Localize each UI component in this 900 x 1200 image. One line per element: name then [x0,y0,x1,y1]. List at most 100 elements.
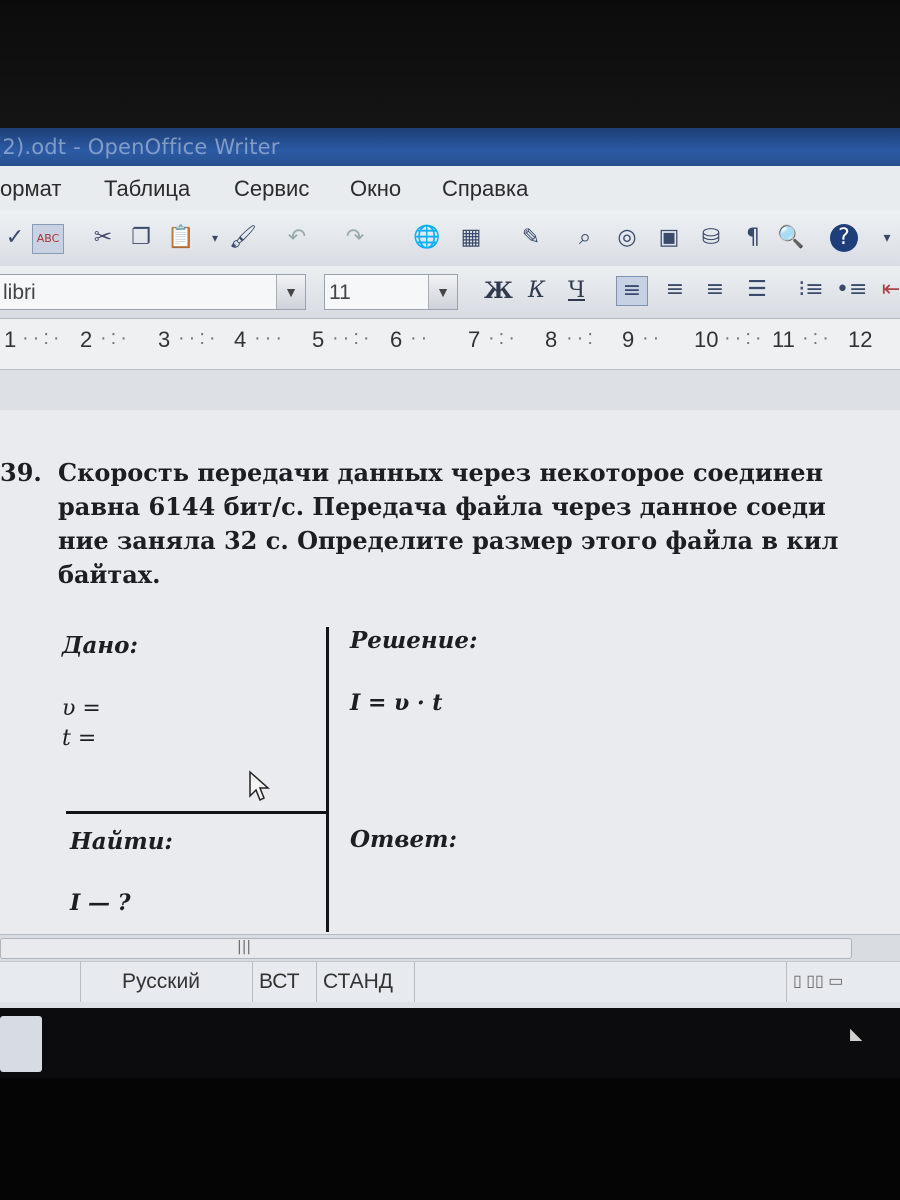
page-margin [0,370,900,410]
find-replace-icon[interactable]: ⌕ [570,224,600,252]
font-size-box[interactable]: 11 ▼ [324,274,458,310]
align-left-icon[interactable]: ≡ [616,276,648,306]
ruler-mark: 9 [622,327,635,352]
align-right-icon[interactable]: ≡ [700,276,730,304]
align-center-icon[interactable]: ≡ [660,276,690,304]
status-bar: Русский ВСТ СТАНД ▯ ▯▯ ▭ [0,961,900,1002]
problem-line: байтах. [58,560,161,589]
paste-dropdown-icon[interactable]: ▾ [200,224,230,252]
ruler-ticks: ··: [566,327,597,349]
solution-label: Решение: [350,627,478,654]
format-paintbrush-icon[interactable]: 🖌 [228,224,258,252]
ruler-ticks: ··:· [724,327,766,349]
writer-taskbar-icon[interactable] [0,1016,42,1072]
table-vertical-divider [326,627,329,932]
italic-button[interactable]: К [528,278,545,303]
navigator-icon[interactable]: ◎ [612,224,642,252]
insert-mode-value: ВСТ [259,970,300,993]
view-layout-icons[interactable]: ▯ ▯▯ ▭ [786,962,893,1002]
ruler-mark: 1 [4,327,17,352]
find-label: Найти: [70,828,173,855]
ruler-ticks: ·:· [802,327,833,349]
ruler-ticks: ··:· [332,327,374,349]
menu-format[interactable]: ормат [0,176,61,202]
grip-icon: ||| [237,939,252,955]
cut-icon[interactable]: ✂ [88,224,118,252]
table-horizontal-divider [66,811,328,814]
ruler-ticks: ··· [254,327,286,349]
formatting-marks-icon[interactable]: ¶ [738,224,768,252]
menu-bar: ормат Таблица Сервис Окно Справка [0,166,900,210]
ruler-mark: 8 [545,327,558,352]
menu-table[interactable]: Таблица [104,176,190,202]
chevron-down-icon[interactable]: ▼ [428,275,457,309]
ruler-mark: 7 [468,327,481,352]
save-status [414,962,451,1002]
ruler-ticks: ··:· [178,327,220,349]
gallery-icon[interactable]: ▣ [654,224,684,252]
given-time: t = [62,726,97,751]
window-title: (2).odt - OpenOffice Writer [0,135,280,159]
undo-icon[interactable]: ↶ [282,224,312,252]
ruler-mark: 5 [312,327,325,352]
data-sources-icon[interactable]: ⛁ [696,224,726,252]
bullets-icon[interactable]: •≡ [836,276,867,304]
formatting-toolbar: libri ▼ 11 ▼ Ж К Ч ≡ ≡ ≡ ☰ ⁝≡ •≡ ⇤ [0,266,900,319]
problem-number: 39. [0,458,42,487]
menu-tools[interactable]: Сервис [234,176,309,202]
answer-label: Ответ: [350,826,457,853]
tray-arrow-icon[interactable]: ◣ [850,1024,862,1043]
ruler-mark: 4 [234,327,247,352]
font-size-value: 11 [329,281,351,304]
hyperlink-icon[interactable]: 🌐 [412,224,442,252]
indent-icon[interactable]: ⇤ [876,276,900,304]
ruler-ticks: ··:· [22,327,64,349]
mouse-pointer-icon [249,770,270,802]
monitor-bezel [0,0,900,135]
title-bar: (2).odt - OpenOffice Writer [0,128,900,166]
redo-icon[interactable]: ↷ [340,224,370,252]
horizontal-scrollbar[interactable]: ||| [0,934,900,961]
ruler-mark: 6 [390,327,403,352]
document-page[interactable]: 39. Скорость передачи данных через некот… [0,370,900,935]
ruler-mark: 10 [694,327,719,352]
scrollbar-thumb[interactable]: ||| [0,938,852,959]
ruler-mark: 3 [158,327,171,352]
ruler-ticks: ·:· [488,327,519,349]
problem-line: ние заняла 32 с. Определите размер этого… [58,526,839,555]
horizontal-ruler[interactable]: 1 2 3 4 5 6 7 8 9 10 11 12 ··:· ·:· ··:·… [0,319,900,370]
paste-icon[interactable]: 📋 [166,224,196,252]
writer-window: (2).odt - OpenOffice Writer ормат Таблиц… [0,128,900,1008]
given-velocity: υ = [62,696,101,721]
selection-mode-status[interactable]: СТАНД [316,962,415,1002]
ruler-mark: 2 [80,327,93,352]
copy-icon[interactable]: ❐ [126,224,156,252]
find-value: I — ? [70,890,131,916]
underline-button[interactable]: Ч [568,278,585,303]
justify-icon[interactable]: ☰ [742,276,772,304]
draw-functions-icon[interactable]: ✎ [516,224,546,252]
font-name-box[interactable]: libri ▼ [0,274,306,310]
zoom-icon[interactable]: 🔍 [776,224,806,252]
insert-mode-status[interactable]: ВСТ [252,962,313,1002]
standard-toolbar: ✓ ABC ✂ ❐ 📋 ▾ 🖌 ↶ ↷ 🌐 ▦ ✎ ⌕ ◎ ▣ ⛁ ¶ 🔍 ? … [0,210,900,267]
toolbar-overflow-icon[interactable]: ▾ [872,224,900,252]
help-icon[interactable]: ? [830,224,858,252]
problem-line: равна 6144 бит/с. Передача файла через д… [58,492,826,521]
solution-formula: I = υ · t [350,690,443,716]
chevron-down-icon[interactable]: ▼ [276,275,305,309]
font-name-value: libri [3,281,36,304]
given-label: Дано: [62,632,138,659]
menu-window[interactable]: Окно [350,176,401,202]
ruler-ticks: ·· [642,327,664,349]
selection-mode-value: СТАНД [323,970,393,993]
spellcheck-icon[interactable]: ✓ [0,224,30,252]
bold-button[interactable]: Ж [484,278,513,304]
table-icon[interactable]: ▦ [456,224,486,252]
problem-line: Скорость передачи данных через некоторое… [58,458,824,487]
menu-help[interactable]: Справка [442,176,528,202]
numbering-icon[interactable]: ⁝≡ [796,276,826,304]
language-status[interactable]: Русский [80,962,241,1002]
language-value: Русский [122,970,200,993]
autospellcheck-icon[interactable]: ABC [32,224,64,254]
